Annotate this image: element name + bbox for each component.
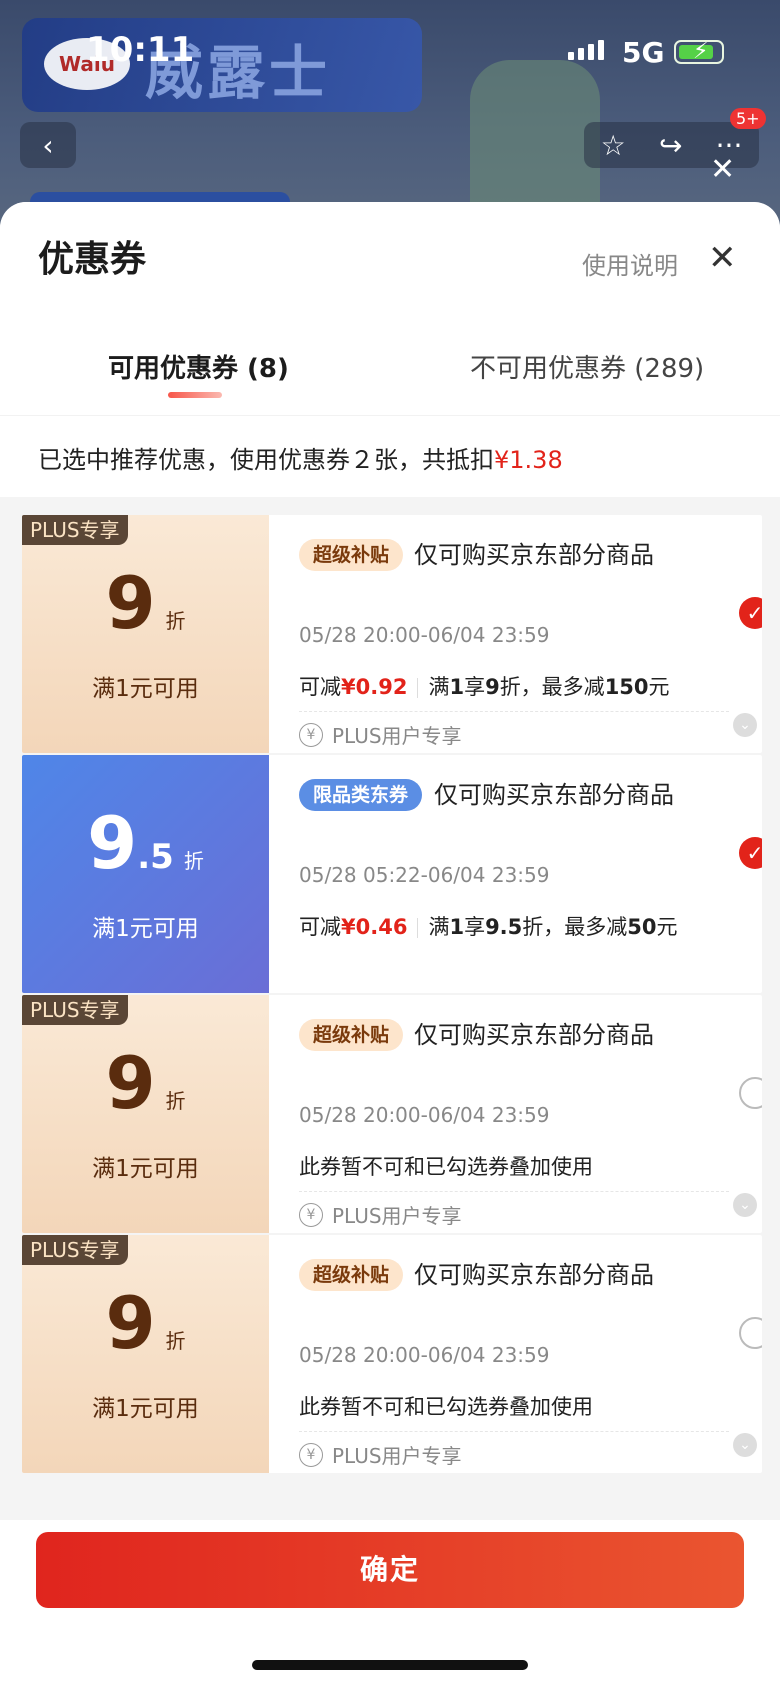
coupon-details: 限品类东券 仅可购买京东部分商品 05/28 05:22-06/04 23:59… — [269, 755, 762, 993]
back-icon: ‹ — [42, 128, 54, 162]
coupon-savings: 可减¥0.92 满1享9折，最多减150元 — [299, 675, 670, 699]
coupon-sheet: 优惠券 使用说明 ✕ 可用优惠券 (8) 不可用优惠券 (289) 已选中推荐优… — [0, 202, 780, 1688]
discount-value: 9折 — [105, 1281, 186, 1365]
plus-tag: PLUS专享 — [22, 995, 128, 1025]
coupon-card[interactable]: 9.5 折 满1元可用 限品类东券 仅可购买京东部分商品 05/28 05:22-… — [22, 755, 762, 993]
coupon-card[interactable]: PLUS专享 9折 满1元可用 超级补贴 仅可购买京东部分商品 05/28 20… — [22, 515, 762, 753]
tab-unavailable[interactable]: 不可用优惠券 (289) — [470, 348, 704, 385]
coupon-list[interactable]: PLUS专享 9折 满1元可用 超级补贴 仅可购买京东部分商品 05/28 20… — [0, 497, 780, 1473]
status-bar: 10:11 5G ⚡ — [0, 0, 780, 100]
coupon-details: 超级补贴 仅可购买京东部分商品 05/28 20:00-06/04 23:59 … — [269, 995, 762, 1233]
coupon-date: 05/28 20:00-06/04 23:59 — [299, 1343, 550, 1367]
yen-icon: ¥ — [299, 722, 323, 747]
bottom-bar: 确定 — [0, 1520, 780, 1688]
selection-summary: 已选中推荐优惠，使用优惠券２张，共抵扣¥1.38 — [0, 415, 780, 497]
star-icon[interactable]: ☆ — [601, 129, 626, 162]
share-icon[interactable]: ↪ — [659, 129, 682, 162]
coupon-checkbox[interactable] — [739, 1077, 762, 1109]
back-button[interactable]: ‹ — [20, 122, 76, 168]
sheet-title: 优惠券 — [38, 239, 147, 280]
coupon-savings: 可减¥0.46 满1享9.5折，最多减50元 — [299, 915, 678, 939]
coupon-footer: ¥ PLUS用户专享 — [299, 1431, 729, 1469]
summary-amount: ¥1.38 — [494, 446, 563, 474]
coupon-details: 超级补贴 仅可购买京东部分商品 05/28 20:00-06/04 23:59 … — [269, 515, 762, 753]
check-icon: ✓ — [746, 841, 762, 865]
coupon-tag: 超级补贴 — [299, 1019, 404, 1051]
chevron-down-icon[interactable]: ⌄ — [733, 1193, 757, 1217]
plus-tag: PLUS专享 — [22, 515, 128, 545]
signal-icon — [568, 40, 604, 60]
close-icon: ✕ — [708, 238, 737, 278]
coupon-condition: 满1元可用 — [92, 676, 199, 702]
coupon-name: 仅可购买京东部分商品 — [414, 1021, 654, 1049]
coupon-tag: 限品类东券 — [299, 779, 423, 811]
coupon-condition: 满1元可用 — [92, 1396, 199, 1422]
coupon-value-panel: PLUS专享 9折 满1元可用 — [22, 515, 269, 753]
active-tab-indicator — [168, 392, 222, 398]
sheet-close-button[interactable]: ✕ — [708, 238, 737, 278]
coupon-condition: 满1元可用 — [92, 1156, 199, 1182]
status-time: 10:11 — [86, 30, 195, 70]
coupon-footer: ¥ PLUS用户专享 — [299, 711, 729, 749]
confirm-button[interactable]: 确定 — [36, 1532, 744, 1608]
coupon-tag: 超级补贴 — [299, 539, 404, 571]
coupon-checkbox[interactable]: ✓ — [739, 837, 762, 869]
sheet-header: 优惠券 使用说明 ✕ 可用优惠券 (8) 不可用优惠券 (289) — [0, 202, 780, 415]
coupon-card[interactable]: PLUS专享 9折 满1元可用 超级补贴 仅可购买京东部分商品 05/28 20… — [22, 995, 762, 1233]
coupon-name: 仅可购买京东部分商品 — [414, 541, 654, 569]
check-icon: ✓ — [746, 601, 762, 625]
plus-tag: PLUS专享 — [22, 1235, 128, 1265]
battery-icon: ⚡ — [674, 39, 724, 64]
coupon-tag: 超级补贴 — [299, 1259, 404, 1291]
yen-icon: ¥ — [299, 1442, 323, 1467]
discount-value: 9折 — [105, 561, 186, 645]
coupon-value-panel: 9.5 折 满1元可用 — [22, 755, 269, 993]
discount-value: 9折 — [105, 1041, 186, 1125]
coupon-name: 仅可购买京东部分商品 — [434, 781, 674, 809]
coupon-checkbox[interactable] — [739, 1317, 762, 1349]
coupon-details: 超级补贴 仅可购买京东部分商品 05/28 20:00-06/04 23:59 … — [269, 1235, 762, 1473]
coupon-date: 05/28 20:00-06/04 23:59 — [299, 1103, 550, 1127]
network-type: 5G — [622, 36, 665, 69]
discount-value: 9.5 折 — [87, 801, 204, 885]
coupon-name: 仅可购买京东部分商品 — [414, 1261, 654, 1289]
coupon-card[interactable]: PLUS专享 9折 满1元可用 超级补贴 仅可购买京东部分商品 05/28 20… — [22, 1235, 762, 1473]
coupon-value-panel: PLUS专享 9折 满1元可用 — [22, 1235, 269, 1473]
coupon-checkbox[interactable]: ✓ — [739, 597, 762, 629]
coupon-date: 05/28 20:00-06/04 23:59 — [299, 623, 550, 647]
home-indicator[interactable] — [252, 1660, 528, 1670]
chevron-down-icon[interactable]: ⌄ — [733, 713, 757, 737]
close-icon[interactable]: ✕ — [710, 152, 735, 187]
coupon-note: 此券暂不可和已勾选券叠加使用 — [299, 1395, 593, 1419]
cart-badge: 5+ — [730, 108, 766, 129]
summary-text: 已选中推荐优惠，使用优惠券２张，共抵扣 — [38, 446, 494, 474]
coupon-condition: 满1元可用 — [92, 916, 199, 942]
coupon-note: 此券暂不可和已勾选券叠加使用 — [299, 1155, 593, 1179]
coupon-footer: ¥ PLUS用户专享 — [299, 1191, 729, 1229]
coupon-date: 05/28 05:22-06/04 23:59 — [299, 863, 550, 887]
coupon-value-panel: PLUS专享 9折 满1元可用 — [22, 995, 269, 1233]
tab-available[interactable]: 可用优惠券 (8) — [108, 348, 289, 385]
yen-icon: ¥ — [299, 1202, 323, 1227]
chevron-down-icon[interactable]: ⌄ — [733, 1433, 757, 1457]
usage-help-link[interactable]: 使用说明 — [582, 246, 678, 281]
